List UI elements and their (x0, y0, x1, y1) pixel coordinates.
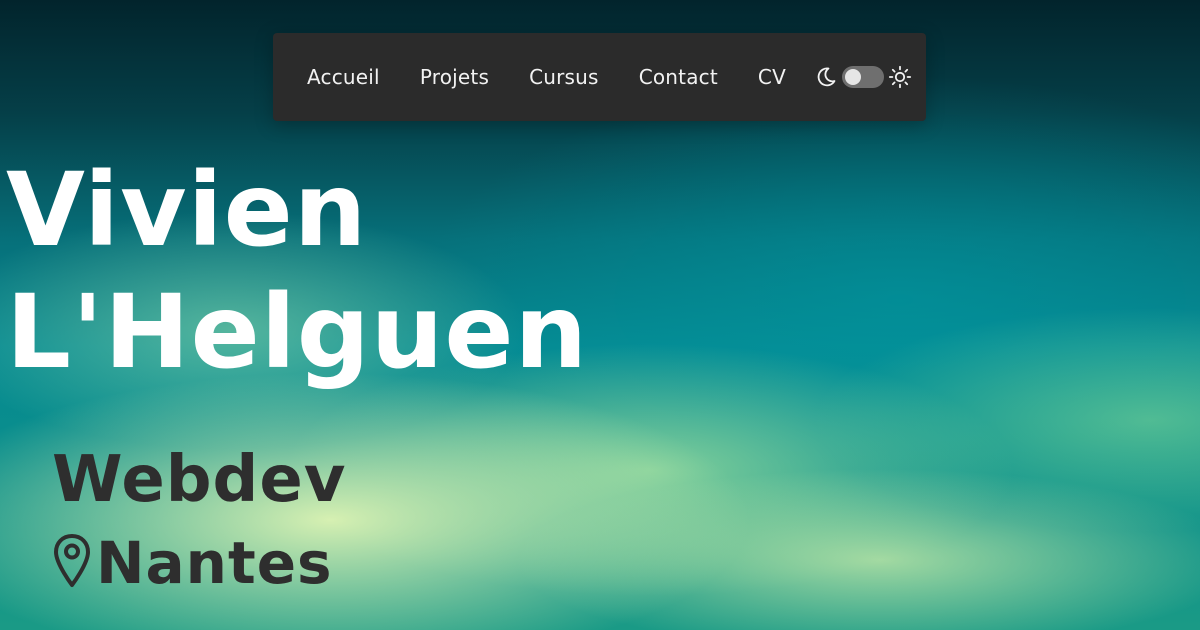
sun-icon (888, 65, 912, 89)
nav-link-contact[interactable]: Contact (639, 65, 718, 89)
nav-link-cursus[interactable]: Cursus (529, 65, 599, 89)
theme-switch-knob (844, 69, 861, 85)
top-navigation: Accueil Projets Cursus Contact CV (273, 33, 926, 121)
hero-role: Webdev (52, 443, 347, 517)
hero-location: Nantes (52, 528, 333, 598)
hero-location-text: Nantes (96, 529, 333, 597)
nav-link-projets[interactable]: Projets (420, 65, 489, 89)
map-pin-icon (52, 532, 92, 594)
hero-last-name: L'Helguen (6, 273, 589, 392)
hero-first-name: Vivien (6, 151, 368, 270)
moon-icon (814, 65, 838, 89)
theme-toggle[interactable] (814, 65, 912, 89)
nav-link-cv[interactable]: CV (758, 65, 786, 89)
hero-page: Accueil Projets Cursus Contact CV Vivien… (0, 0, 1200, 630)
nav-link-accueil[interactable]: Accueil (307, 65, 380, 89)
hero-name: Vivien L'Helguen (6, 150, 588, 394)
theme-switch[interactable] (841, 66, 884, 88)
